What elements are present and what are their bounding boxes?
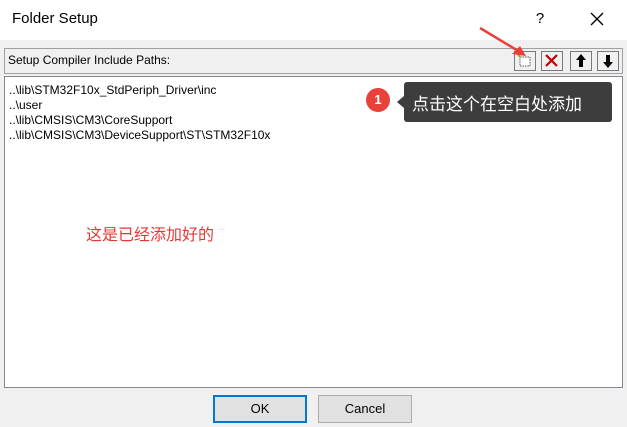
list-item[interactable]: ..\user bbox=[9, 98, 42, 112]
cancel-button[interactable]: Cancel bbox=[318, 395, 412, 423]
step-badge: 1 bbox=[366, 88, 390, 112]
close-icon bbox=[590, 12, 604, 26]
move-down-button[interactable] bbox=[597, 51, 619, 71]
list-item[interactable]: ..\lib\CMSIS\CM3\CoreSupport bbox=[9, 113, 172, 127]
list-item[interactable]: ..\lib\STM32F10x_StdPeriph_Driver\inc bbox=[9, 83, 216, 97]
move-up-icon bbox=[576, 54, 586, 67]
annotation-note: 这是已经添加好的 bbox=[86, 227, 215, 244]
window-title: Folder Setup bbox=[12, 10, 98, 27]
tooltip-pointer bbox=[397, 96, 404, 108]
include-paths-label: Setup Compiler Include Paths: bbox=[8, 53, 171, 67]
list-item[interactable]: ..\lib\CMSIS\CM3\DeviceSupport\ST\STM32F… bbox=[9, 128, 270, 142]
delete-button[interactable] bbox=[541, 51, 563, 71]
move-up-button[interactable] bbox=[570, 51, 592, 71]
move-down-icon bbox=[603, 55, 613, 68]
ok-button[interactable]: OK bbox=[213, 395, 307, 423]
annotation-tooltip-text: 点击这个在空白处添加 bbox=[412, 95, 582, 114]
delete-icon bbox=[545, 54, 558, 67]
annotation-arrow-icon bbox=[479, 26, 526, 56]
close-button[interactable] bbox=[583, 6, 611, 32]
